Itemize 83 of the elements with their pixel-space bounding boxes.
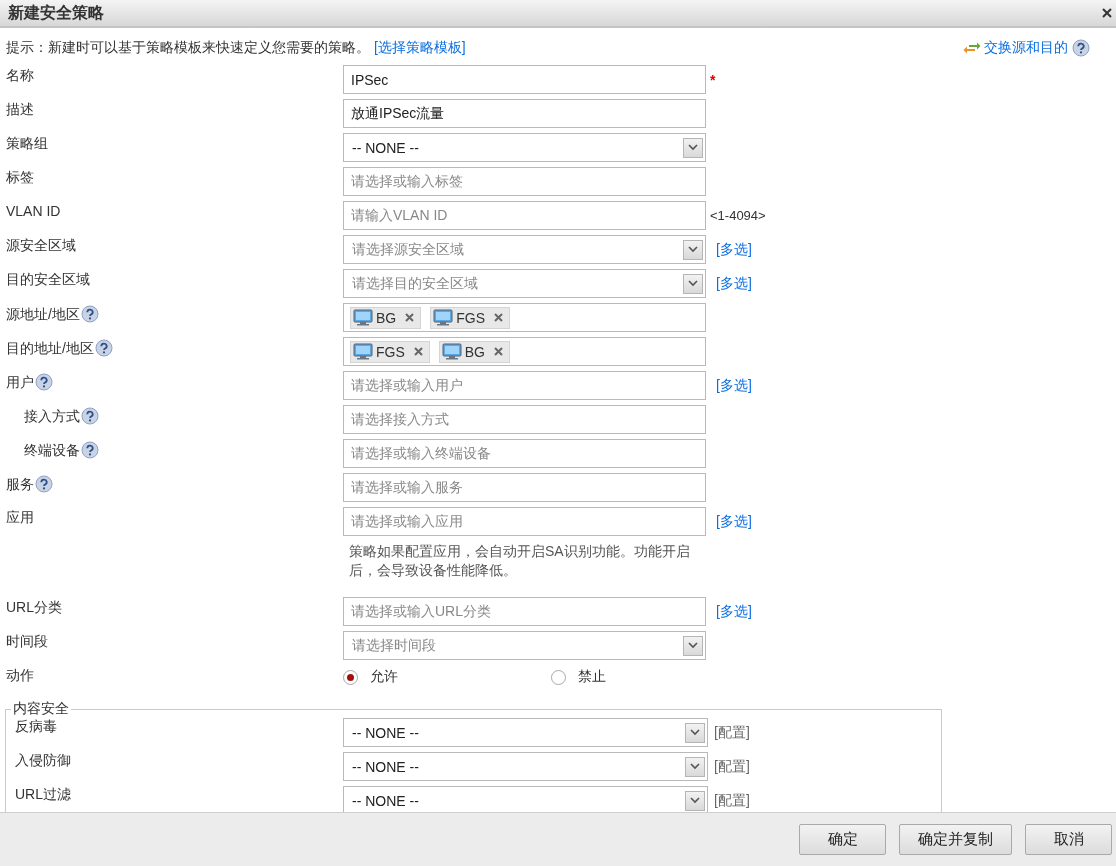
dropdown-field[interactable]: -- NONE -- <box>343 752 708 781</box>
field-label: 策略组 <box>6 135 48 151</box>
input-field[interactable]: 请选择接入方式 <box>343 405 706 434</box>
field-label: 用户 <box>6 374 34 390</box>
radio-button[interactable] <box>343 669 358 685</box>
field-label: 描述 <box>6 101 34 117</box>
radio-label[interactable]: 允许 <box>370 668 398 686</box>
remove-icon[interactable] <box>405 313 415 322</box>
field-label: 反病毒 <box>15 718 58 736</box>
help-icon[interactable] <box>81 441 99 459</box>
multi-select-link[interactable]: [多选] <box>710 274 752 293</box>
dialog-button[interactable]: 确定 <box>799 824 886 855</box>
dropdown-field[interactable]: 请选择时间段 <box>343 631 706 660</box>
address-tag[interactable]: FGS <box>430 306 510 329</box>
dropdown-field[interactable]: 请选择目的安全区域 <box>343 269 706 298</box>
dialog-button[interactable]: 取消 <box>1025 824 1112 855</box>
dropdown-field[interactable]: -- NONE -- <box>343 718 708 747</box>
field-label: 接入方式 <box>24 408 80 424</box>
input-field[interactable]: 请选择或输入URL分类 <box>343 597 706 626</box>
help-icon[interactable] <box>94 339 113 357</box>
monitor-icon <box>433 309 454 326</box>
field-label: URL过滤 <box>15 786 72 804</box>
field-label: VLAN ID <box>6 203 61 219</box>
field-label: 标签 <box>6 169 34 185</box>
dialog-button[interactable]: 确定并复制 <box>899 824 1012 855</box>
field-label: 目的地址/地区 <box>6 340 94 356</box>
field-label: 名称 <box>6 67 34 83</box>
address-tag[interactable]: FGS <box>350 340 430 363</box>
window-title: 新建安全策略 <box>8 2 104 23</box>
radio-button[interactable] <box>551 669 566 685</box>
remove-icon[interactable] <box>413 347 423 356</box>
remove-icon[interactable] <box>494 347 503 356</box>
config-link[interactable]: [配置] <box>714 791 750 810</box>
input-field[interactable]: 请选择或输入终端设备 <box>343 439 706 468</box>
field-label: 源安全区域 <box>6 237 76 253</box>
field-label: 时间段 <box>6 633 48 649</box>
field-label: 动作 <box>6 667 34 683</box>
config-link[interactable]: [配置] <box>714 757 750 776</box>
address-tag[interactable]: BG <box>438 340 510 363</box>
config-link[interactable]: [配置] <box>714 723 750 742</box>
close-icon[interactable] <box>1102 8 1112 18</box>
input-field[interactable]: 请选择或输入服务 <box>343 473 706 502</box>
multi-select-link[interactable]: [多选] <box>710 602 752 621</box>
note-text: 策略如果配置应用，会自动开启SA识别功能。功能开启后，会导致设备性能降低。 <box>349 543 690 578</box>
input-field[interactable]: 请输入VLAN ID <box>343 201 706 230</box>
remove-icon[interactable] <box>494 313 503 322</box>
swap-arrows-icon[interactable] <box>963 41 981 55</box>
address-field[interactable]: BG FGS <box>343 303 706 332</box>
monitor-icon <box>441 343 462 360</box>
field-label: 目的安全区域 <box>6 271 90 287</box>
input-field[interactable]: 放通IPSec流量 <box>343 99 706 128</box>
address-tag[interactable]: BG <box>350 306 422 329</box>
dropdown-field[interactable]: 请选择源安全区域 <box>343 235 706 264</box>
section-title: 内容安全 <box>12 700 70 718</box>
address-field[interactable]: FGS BG <box>343 337 706 366</box>
radio-label[interactable]: 禁止 <box>578 668 606 686</box>
range-hint: <1-4094> <box>710 208 766 223</box>
help-icon[interactable] <box>35 373 53 391</box>
multi-select-link[interactable]: [多选] <box>710 512 752 531</box>
field-label: 终端设备 <box>24 442 80 458</box>
template-link[interactable]: [选择策略模板] <box>373 39 466 55</box>
dropdown-field[interactable]: -- NONE -- <box>343 133 706 162</box>
help-icon[interactable] <box>81 407 99 425</box>
monitor-icon <box>353 309 373 326</box>
monitor-icon <box>353 343 373 360</box>
input-field[interactable]: 请选择或输入应用 <box>343 507 706 536</box>
help-icon[interactable] <box>80 305 99 323</box>
input-field[interactable]: 请选择或输入用户 <box>343 371 706 400</box>
field-label: URL分类 <box>6 599 62 615</box>
field-label: 源地址/地区 <box>6 306 80 322</box>
field-label: 服务 <box>6 476 34 492</box>
input-field[interactable]: IPSec <box>343 65 706 94</box>
swap-link[interactable]: 交换源和目的 <box>984 39 1068 57</box>
hint-text: 提示：新建时可以基于策略模板来快速定义您需要的策略。 [选择策略模板] <box>6 39 466 57</box>
dropdown-field[interactable]: -- NONE -- <box>343 786 708 812</box>
field-label: 入侵防御 <box>15 752 72 770</box>
input-field[interactable]: 请选择或输入标签 <box>343 167 706 196</box>
field-label: 应用 <box>6 509 34 525</box>
required-mark: * <box>710 71 716 88</box>
help-icon[interactable] <box>1072 39 1090 57</box>
multi-select-link[interactable]: [多选] <box>710 376 752 395</box>
help-icon[interactable] <box>35 475 53 493</box>
multi-select-link[interactable]: [多选] <box>710 240 752 259</box>
